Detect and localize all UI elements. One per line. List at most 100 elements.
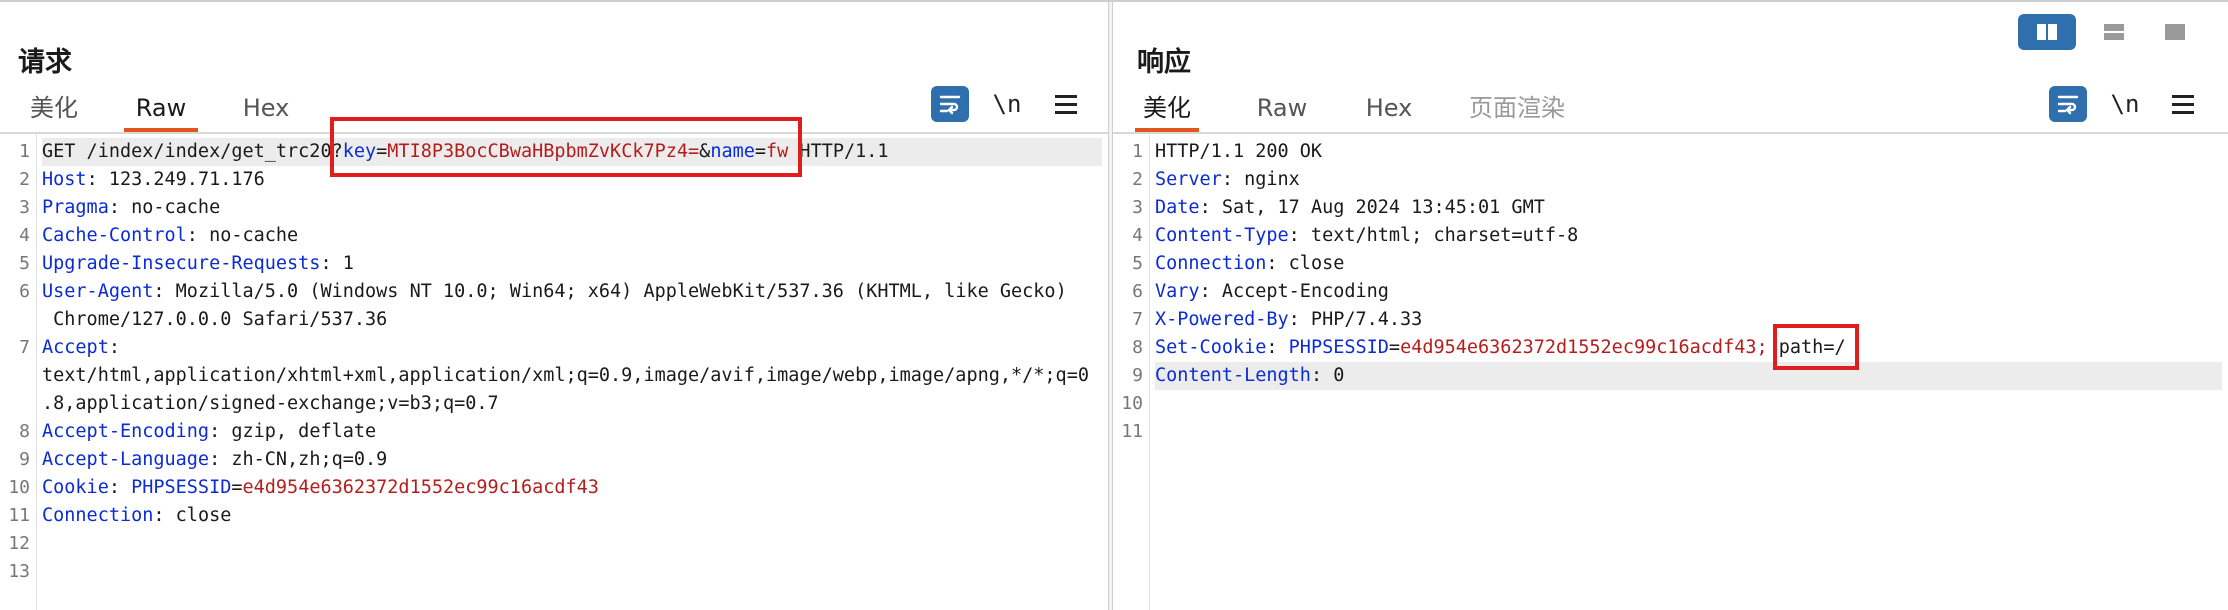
header-name: Connection	[1155, 253, 1267, 274]
line-number: 13	[8, 561, 30, 582]
text-segment: : Mozilla/5.0 (Windows NT 10.0; Win64; x…	[153, 281, 1067, 302]
request-editor[interactable]: 1 2 3 4 5 6 7 8 9 10 11 12 13 GET /index/index/get_t…	[0, 134, 1108, 610]
header-name: Content-Type	[1155, 225, 1289, 246]
text-segment: : Accept-Encoding	[1199, 281, 1389, 302]
text-segment: : gzip, deflate	[209, 421, 377, 442]
text-segment: : PHP/7.4.33	[1288, 309, 1423, 330]
header-name: X-Powered-By	[1155, 309, 1289, 330]
header-name: Vary	[1155, 281, 1200, 302]
line-number: 6	[1132, 281, 1143, 302]
text-segment: : 123.249.71.176	[86, 169, 265, 190]
single-pane-icon	[2165, 24, 2185, 40]
tab-render[interactable]: 页面渲染	[1465, 86, 1569, 130]
split-horizontal-button[interactable]	[2018, 14, 2076, 50]
request-title: 请求	[18, 47, 72, 78]
text-segment: GET /index/index/get_trc20?	[42, 141, 343, 162]
text-segment: : no-cache	[186, 225, 299, 246]
header-name: Pragma	[42, 197, 109, 218]
text-segment: : text/html; charset=utf-8	[1288, 225, 1579, 246]
text-segment: : no-cache	[108, 197, 221, 218]
tab-hex[interactable]: Hex	[238, 86, 294, 130]
response-editor[interactable]: 1 2 3 4 5 6 7 8 9 10 11 HTTP/1.1 200 OK Server: ngi…	[1113, 134, 2228, 610]
text-segment: =	[231, 477, 243, 498]
split-horizontal-icon	[2037, 24, 2057, 40]
tab-pretty[interactable]: 美化	[22, 86, 86, 130]
line-number: 2	[1132, 169, 1143, 190]
code-line: User-Agent: Mozilla/5.0 (Windows NT 10.0…	[42, 278, 1102, 306]
line-number: 3	[1132, 197, 1143, 218]
code-line: Cookie: PHPSESSID=e4d954e6362372d1552ec9…	[42, 474, 1102, 502]
code-line: Content-Type: text/html; charset=utf-8	[1155, 222, 2222, 250]
line-number: 3	[19, 197, 30, 218]
header-name: Cookie	[42, 477, 109, 498]
code-line: Content-Length: 0	[1155, 362, 2222, 390]
text-segment: .8,application/signed-exchange;v=b3;q=0.…	[42, 393, 499, 414]
line-number: 11	[8, 505, 30, 526]
line-number: 9	[1132, 365, 1143, 386]
text-segment: =	[1388, 337, 1401, 358]
line-number: 11	[1121, 421, 1143, 442]
highlight-box-cookie-path	[1773, 324, 1859, 370]
text-segment: :	[108, 477, 132, 498]
code-line: Set-Cookie: PHPSESSID=e4d954e6362372d155…	[1155, 334, 2222, 362]
code-line: Accept-Encoding: gzip, deflate	[42, 418, 1102, 446]
response-panel: 响应 美化 Raw Hex 页面渲染 \n 1 2 3 4 5 6 7 8 9 10 11 HTTP…	[1113, 2, 2228, 610]
line-number: 5	[19, 253, 30, 274]
wrap-lines-icon	[939, 95, 961, 115]
split-vertical-button[interactable]	[2085, 14, 2143, 50]
line-number: 8	[1132, 337, 1143, 358]
header-name: PHPSESSID	[131, 477, 232, 498]
response-title: 响应	[1137, 47, 1191, 78]
text-segment: : Sat, 17 Aug 2024 13:45:01 GMT	[1199, 197, 1545, 218]
tab-raw[interactable]: Raw	[1251, 86, 1313, 130]
code-line: Cache-Control: no-cache	[42, 222, 1102, 250]
line-number: 2	[19, 169, 30, 190]
text-segment: : 1	[320, 253, 354, 274]
wrap-lines-button[interactable]	[2049, 86, 2087, 122]
tab-raw[interactable]: Raw	[124, 86, 198, 132]
hamburger-menu-icon[interactable]	[2163, 86, 2201, 122]
single-pane-button[interactable]	[2146, 14, 2204, 50]
code-line: Connection: close	[42, 502, 1102, 530]
line-number: 5	[1132, 253, 1143, 274]
header-name: Connection	[42, 505, 154, 526]
line-number-gutter: 1 2 3 4 5 6 7 8 9 10 11 12 13	[0, 134, 37, 610]
text-segment: text/html,application/xhtml+xml,applicat…	[42, 365, 1089, 386]
header-name: Date	[1155, 197, 1200, 218]
text-segment: :	[108, 337, 120, 358]
line-number: 1	[1132, 141, 1143, 162]
header-name: Server	[1155, 169, 1222, 190]
header-name: Content-Length	[1155, 365, 1311, 386]
wrap-lines-icon	[2057, 95, 2079, 115]
header-name: User-Agent	[42, 281, 154, 302]
code-line: .8,application/signed-exchange;v=b3;q=0.…	[42, 390, 1102, 418]
code-line: Date: Sat, 17 Aug 2024 13:45:01 GMT	[1155, 194, 2222, 222]
code-line: text/html,application/xhtml+xml,applicat…	[42, 362, 1102, 390]
line-number: 4	[19, 225, 30, 246]
header-name: Host	[42, 169, 87, 190]
show-newlines-button[interactable]: \n	[2106, 86, 2144, 122]
show-newlines-button[interactable]: \n	[988, 86, 1026, 122]
header-name: Accept-Language	[42, 449, 210, 470]
wrap-lines-button[interactable]	[931, 86, 969, 122]
code-line: Vary: Accept-Encoding	[1155, 278, 2222, 306]
header-name: Upgrade-Insecure-Requests	[42, 253, 321, 274]
tab-pretty[interactable]: 美化	[1135, 86, 1199, 132]
param-value: e4d954e6362372d1552ec99c16acdf43	[242, 477, 599, 498]
split-vertical-icon	[2104, 24, 2124, 40]
code-line: X-Powered-By: PHP/7.4.33	[1155, 306, 2222, 334]
hamburger-menu-icon[interactable]	[1046, 86, 1084, 122]
code-line: Chrome/127.0.0.0 Safari/537.36	[42, 306, 1102, 334]
line-number: 4	[1132, 225, 1143, 246]
text-segment: HTTP/1.1 200 OK	[1155, 141, 1323, 162]
layout-view-switch	[2018, 14, 2210, 50]
line-number: 6	[19, 281, 30, 302]
text-segment: HTTP/1.1	[788, 141, 889, 162]
tab-hex[interactable]: Hex	[1361, 86, 1417, 130]
text-segment: : close	[1266, 253, 1345, 274]
header-name: Cache-Control	[42, 225, 187, 246]
